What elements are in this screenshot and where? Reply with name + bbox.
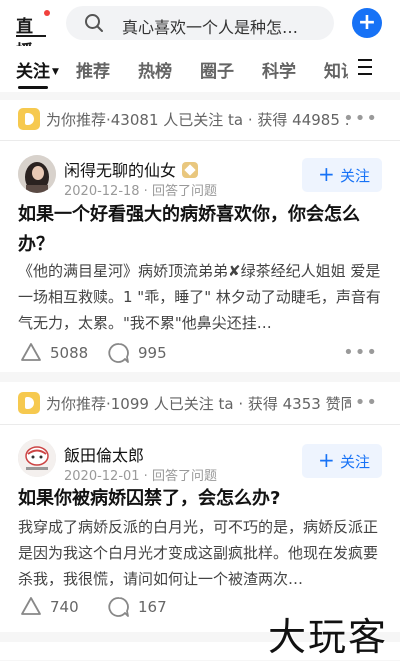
post-meta: 2020-12-18 · 回答了问题 <box>64 184 217 199</box>
author-name[interactable]: 飯田倫太郎 <box>64 442 144 466</box>
search-query: 真心喜欢一个人是种怎… <box>122 18 299 37</box>
watermark-text: 大玩客 <box>268 615 389 659</box>
tab-knowledge[interactable]: 知识 <box>324 57 348 82</box>
question-title[interactable]: 如果一个好看强大的病娇喜欢你，你会怎么办？ <box>18 200 382 260</box>
search-icon <box>85 14 103 32</box>
recommend-text: 为你推荐·43081 人已关注 ta · 获得 44985 … <box>46 111 351 129</box>
post-meta: 2020-12-01 · 回答了问题 <box>64 469 217 484</box>
follow-label: 关注 <box>340 453 371 471</box>
search-bar[interactable]: 真心喜欢一个人是种怎… <box>66 6 334 40</box>
follow-label: 关注 <box>340 167 371 185</box>
plus-icon: + <box>318 448 335 472</box>
author-name: 闲得无聊的仙女 <box>64 161 177 180</box>
answer-excerpt[interactable]: 《他的满目星河》病娇顶流弟弟✘绿茶经纪人姐姐 爱是一场相互救赎。1 "乖，睡了"… <box>18 258 382 336</box>
more-icon[interactable]: ••• <box>343 342 378 363</box>
follow-button[interactable]: + 关注 <box>302 444 382 478</box>
upvote-count: 5088 <box>50 344 89 362</box>
app-logo[interactable]: 直播 <box>16 8 50 62</box>
recommend-icon <box>18 392 40 414</box>
upvote-icon <box>21 597 41 615</box>
comment-count: 167 <box>138 598 167 616</box>
upvote-icon <box>21 343 41 361</box>
tab-recommend[interactable]: 推荐 <box>76 57 110 82</box>
tab-science[interactable]: 科学 <box>262 57 296 82</box>
upvote-count: 740 <box>50 598 79 616</box>
top-bar: 直播 真心喜欢一个人是种怎… + <box>0 0 400 62</box>
divider <box>0 140 400 141</box>
menu-icon[interactable] <box>358 59 376 77</box>
feed-card: 为你推荐·43081 人已关注 ta · 获得 44985 … ••• 闲得无聊… <box>0 100 400 372</box>
follow-button[interactable]: + 关注 <box>302 158 382 192</box>
tab-bar: 关注▼ 推荐 热榜 圈子 科学 知识 <box>0 46 400 92</box>
tab-circles[interactable]: 圈子 <box>200 57 234 82</box>
verified-badge-icon <box>182 162 199 178</box>
plus-icon: + <box>318 162 335 186</box>
notification-dot <box>44 10 50 16</box>
caret-down-icon: ▼ <box>52 67 59 77</box>
more-icon[interactable]: ••• <box>343 108 378 129</box>
comment-icon <box>108 343 129 363</box>
add-button[interactable]: + <box>352 8 382 38</box>
plus-icon: + <box>357 10 377 35</box>
answer-excerpt[interactable]: 我穿成了病娇反派的白月光，可不巧的是，病娇反派正是因为我这个白月光才变成这副疯批… <box>18 514 382 592</box>
divider <box>0 424 400 425</box>
avatar[interactable] <box>18 439 56 477</box>
more-icon[interactable]: ••• <box>343 392 378 413</box>
active-tab-indicator <box>18 86 48 89</box>
question-title[interactable]: 如果你被病娇囚禁了，会怎么办? <box>18 484 382 514</box>
recommend-text: 为你推荐·1099 人已关注 ta · 获得 4353 赞同 <box>46 395 351 413</box>
comment-icon <box>108 597 129 617</box>
tab-label: 关注 <box>16 62 50 82</box>
avatar[interactable] <box>18 155 56 193</box>
tab-following[interactable]: 关注 ▼ <box>16 57 59 82</box>
logo-underline <box>16 35 46 37</box>
author-row[interactable]: 闲得无聊的仙女 <box>64 157 199 181</box>
recommend-icon <box>18 108 40 130</box>
comment-count: 995 <box>138 344 167 362</box>
tab-hot[interactable]: 热榜 <box>138 57 172 82</box>
feed-card: 为你推荐·1099 人已关注 ta · 获得 4353 赞同 ••• 飯田倫太郎… <box>0 382 400 632</box>
